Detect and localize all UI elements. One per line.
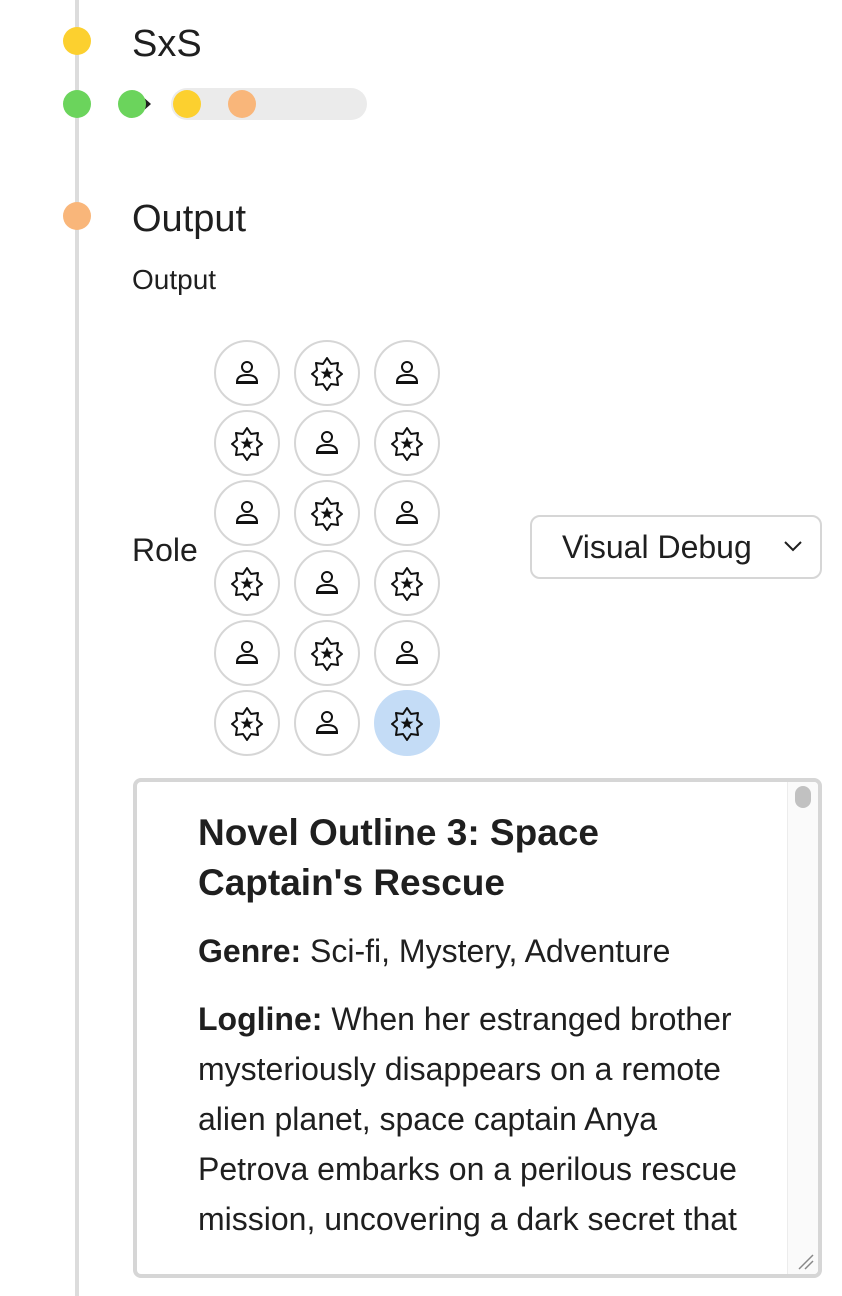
rating-dot bbox=[228, 90, 256, 118]
model-star-icon bbox=[309, 355, 345, 391]
output-text-panel[interactable]: Novel Outline 3: Space Captain's Rescue … bbox=[133, 778, 822, 1278]
model-star-icon bbox=[309, 635, 345, 671]
sxs-status-track bbox=[63, 88, 367, 120]
rating-dot bbox=[118, 90, 146, 118]
timeline-line bbox=[75, 0, 79, 1296]
model-star-icon bbox=[389, 425, 425, 461]
rating-dot bbox=[63, 90, 91, 118]
model-star-icon bbox=[389, 705, 425, 741]
genre-label: Genre: bbox=[198, 933, 302, 969]
role-user-button[interactable] bbox=[294, 690, 360, 756]
logline-label: Logline: bbox=[198, 1001, 323, 1037]
model-star-icon bbox=[229, 565, 265, 601]
user-icon bbox=[309, 425, 345, 461]
model-star-icon bbox=[389, 565, 425, 601]
role-user-button[interactable] bbox=[294, 410, 360, 476]
view-mode-value: Visual Debug bbox=[562, 528, 752, 565]
genre-value: Sci-fi, Mystery, Adventure bbox=[301, 933, 671, 969]
role-model-button[interactable] bbox=[214, 410, 280, 476]
role-user-button[interactable] bbox=[214, 340, 280, 406]
role-user-button[interactable] bbox=[374, 340, 440, 406]
resize-grip-icon[interactable] bbox=[793, 1249, 815, 1271]
logline-line: Logline: When her estranged brother myst… bbox=[198, 994, 758, 1244]
user-icon bbox=[309, 565, 345, 601]
role-user-button[interactable] bbox=[294, 550, 360, 616]
role-model-button[interactable] bbox=[374, 550, 440, 616]
view-mode-select[interactable]: Visual Debug bbox=[530, 515, 822, 579]
role-user-button[interactable] bbox=[374, 480, 440, 546]
output-heading: Novel Outline 3: Space Captain's Rescue bbox=[198, 812, 599, 903]
sxs-status-dot bbox=[63, 27, 91, 55]
user-icon bbox=[229, 635, 265, 671]
role-user-button[interactable] bbox=[374, 620, 440, 686]
role-grid bbox=[212, 338, 442, 758]
role-user-button[interactable] bbox=[214, 620, 280, 686]
model-star-icon bbox=[229, 705, 265, 741]
sxs-section-title: SxS bbox=[132, 23, 202, 65]
role-model-button[interactable] bbox=[374, 410, 440, 476]
role-model-button[interactable] bbox=[374, 690, 440, 756]
output-status-dot bbox=[63, 202, 91, 230]
role-model-button[interactable] bbox=[214, 550, 280, 616]
model-star-icon bbox=[309, 495, 345, 531]
role-label: Role bbox=[132, 532, 198, 568]
sxs-expander[interactable] bbox=[63, 88, 367, 120]
genre-line: Genre: Sci-fi, Mystery, Adventure bbox=[198, 926, 758, 976]
user-icon bbox=[389, 635, 425, 671]
output-label: Output bbox=[132, 264, 217, 295]
role-model-button[interactable] bbox=[294, 620, 360, 686]
user-icon bbox=[229, 355, 265, 391]
chevron-down-icon bbox=[784, 541, 802, 552]
role-model-button[interactable] bbox=[294, 480, 360, 546]
scrollbar-thumb[interactable] bbox=[795, 786, 811, 808]
user-icon bbox=[309, 705, 345, 741]
output-content: Novel Outline 3: Space Captain's Rescue … bbox=[198, 808, 758, 1262]
rating-dot bbox=[173, 90, 201, 118]
output-section-title: Output bbox=[132, 198, 247, 240]
role-user-button[interactable] bbox=[214, 480, 280, 546]
user-icon bbox=[229, 495, 265, 531]
user-icon bbox=[389, 355, 425, 391]
role-model-button[interactable] bbox=[214, 690, 280, 756]
vertical-scrollbar[interactable] bbox=[787, 782, 818, 1274]
model-star-icon bbox=[229, 425, 265, 461]
user-icon bbox=[389, 495, 425, 531]
role-model-button[interactable] bbox=[294, 340, 360, 406]
